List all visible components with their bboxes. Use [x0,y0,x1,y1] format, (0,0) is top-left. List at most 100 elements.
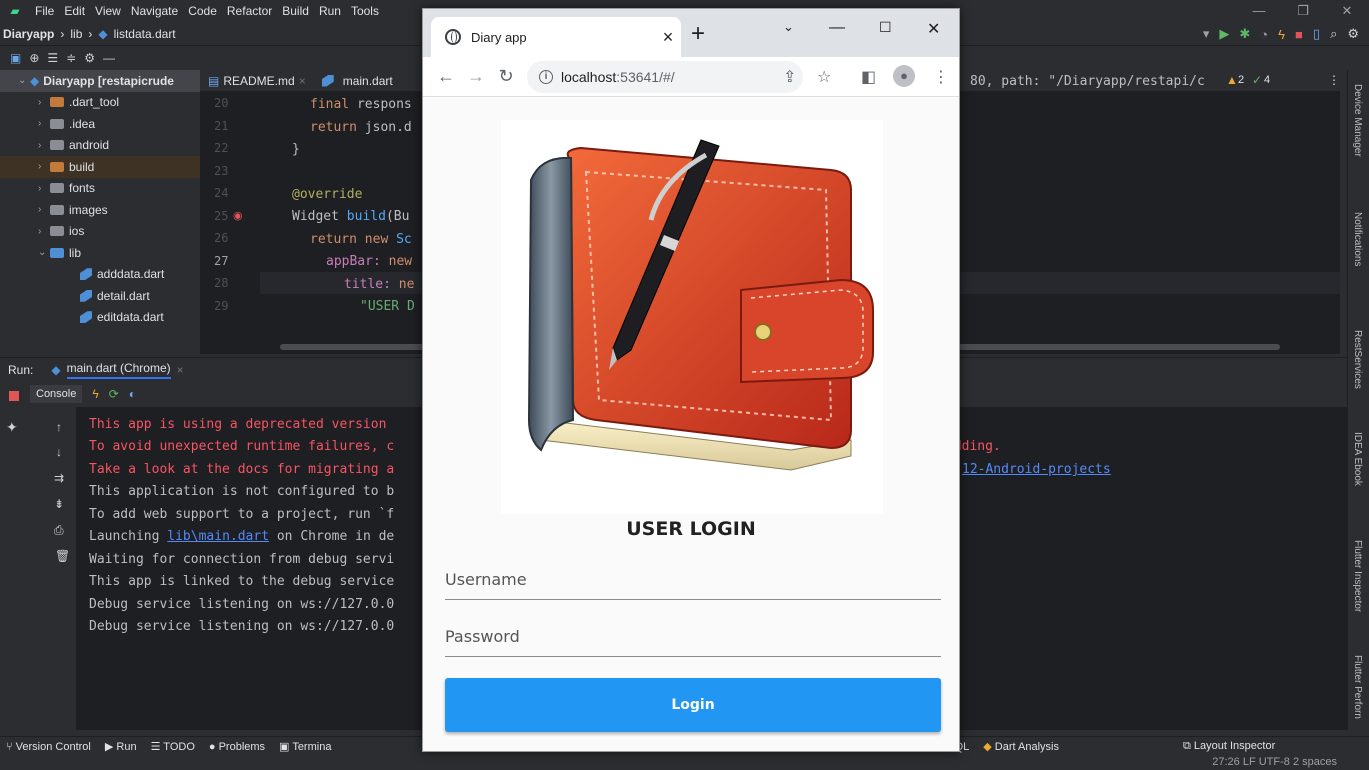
back-icon[interactable]: ← [431,66,461,87]
breadcrumb-folder[interactable]: lib [67,27,85,41]
check-icon[interactable]: ✓ [1252,73,1262,87]
side-panel-icon[interactable]: ◧ [861,67,876,87]
menu-run[interactable]: Run [314,4,346,18]
run-config-dropdown-icon[interactable]: ▾ [1203,26,1210,42]
tool-layout-inspector[interactable]: ⧉ Layout Inspector [1183,740,1275,753]
tool-version-control[interactable]: ⑂ Version Control [6,741,91,753]
minimize-icon[interactable]: — [829,19,845,37]
menu-navigate[interactable]: Navigate [126,4,183,18]
share-icon[interactable]: ⇪ [783,67,796,87]
more-menu-icon[interactable]: ⋮ [933,67,949,87]
project-view-icon[interactable]: ▣ [10,51,21,65]
browser-tab[interactable]: Diary app × [431,17,681,57]
menu-code[interactable]: Code [183,4,222,18]
run-icon[interactable]: ▶ [1219,26,1229,42]
username-input[interactable] [445,560,941,599]
console-doc-link[interactable]: 12-Android-projects [962,459,1111,482]
trash-icon[interactable]: 🗑 [55,549,70,563]
username-field[interactable]: Username [445,560,941,600]
locate-icon[interactable]: ⊕ [29,51,39,65]
devtools-icon[interactable]: ◐ [129,387,136,401]
close-icon[interactable]: × [177,363,184,377]
menu-view[interactable]: View [90,4,126,18]
tree-root[interactable]: ⌄ ◆ Diaryapp [restapicrude [0,70,200,92]
run-config-tab[interactable]: main.dart (Chrome) [66,361,171,379]
login-button[interactable]: Login [445,678,941,732]
restore-icon[interactable]: ❐ [1281,0,1325,22]
tree-item-fonts[interactable]: › fonts [0,178,200,200]
tool-flutter-performance[interactable]: Flutter Perforn [1352,655,1363,719]
arrow-up-icon[interactable]: ↑ [56,420,62,434]
tool-terminal[interactable]: ▣ Termina [279,740,331,753]
tree-item-ios[interactable]: › ios [0,221,200,243]
tool-idea-ebook[interactable]: IDEA Ebook [1352,432,1363,486]
close-window-icon[interactable]: ✕ [927,19,940,39]
print-icon[interactable]: ⎙ [54,523,64,538]
stop-icon[interactable] [9,391,19,401]
tree-item-build[interactable]: › build [0,156,200,178]
tree-item-android[interactable]: › android [0,135,200,157]
console-tab[interactable]: Console [30,385,83,403]
tree-item-adddata[interactable]: adddata.dart [0,264,200,286]
tool-device-manager[interactable]: Device Manager [1352,84,1363,157]
tree-item-images[interactable]: › images [0,199,200,221]
soft-wrap-icon[interactable]: ⇉ [54,471,64,485]
tool-run[interactable]: ▶ Run [105,740,137,753]
password-field[interactable]: Password [445,617,941,657]
pin-icon[interactable]: ✦ [6,419,18,436]
breadcrumb-file[interactable]: listdata.dart [111,27,179,41]
arrow-down-icon[interactable]: ↓ [56,445,62,459]
hot-reload-icon[interactable]: ϟ [1278,27,1285,42]
tool-todo[interactable]: ☰ TODO [151,740,195,753]
expand-all-icon[interactable]: ☰ [47,51,58,65]
search-icon[interactable]: ⌕ [1330,26,1337,42]
close-icon[interactable]: ✕ [1325,0,1369,22]
menu-edit[interactable]: Edit [59,4,90,18]
gear-icon[interactable]: ⚙ [84,51,95,65]
stop-icon[interactable]: ■ [1295,27,1303,42]
hot-reload-icon[interactable]: ϟ [92,387,98,401]
device-manager-icon[interactable]: ▯ [1313,26,1320,42]
debug-icon[interactable]: ✱ [1239,26,1250,42]
close-tab-icon[interactable]: × [655,27,681,48]
reload-icon[interactable]: ↻ [491,66,521,87]
tree-item-detail[interactable]: detail.dart [0,285,200,307]
tree-item-dart-tool[interactable]: › .dart_tool [0,92,200,114]
menu-build[interactable]: Build [277,4,314,18]
tool-notifications[interactable]: Notifications [1352,212,1363,266]
bookmark-star-icon[interactable]: ☆ [817,67,831,87]
new-tab-icon[interactable]: + [691,22,705,46]
tree-item-lib[interactable]: ⌄ lib [0,242,200,264]
tool-flutter-inspector[interactable]: Flutter Inspector [1352,540,1363,612]
tool-dart-analysis[interactable]: ◆ Dart Analysis [983,740,1059,753]
forward-icon[interactable]: → [461,66,491,87]
warning-icon[interactable]: ▲ [1226,73,1238,87]
tab-search-icon[interactable]: ⌄ [783,19,794,35]
address-bar[interactable]: i localhost:53641/#/ [527,60,803,93]
menu-file[interactable]: File [30,4,59,18]
close-icon[interactable]: × [299,74,306,88]
menu-tools[interactable]: Tools [346,4,384,18]
profile-icon[interactable]: ◔ [1260,27,1268,42]
breadcrumb-project[interactable]: Diaryapp [0,27,57,41]
menu-refactor[interactable]: Refactor [222,4,277,18]
hide-icon[interactable]: — [103,51,115,65]
override-marker-icon[interactable]: ◉ [233,209,243,222]
tool-rest-services[interactable]: RestServices [1352,330,1363,389]
tree-item-idea[interactable]: › .idea [0,113,200,135]
settings-icon[interactable]: ⚙ [1347,26,1359,42]
minimize-icon[interactable]: — [1237,0,1281,22]
collapse-all-icon[interactable]: ≑ [66,51,76,65]
tab-actions-icon[interactable]: ⋮ [1328,73,1340,87]
tree-item-editdata[interactable]: editdata.dart [0,307,200,329]
scroll-to-end-icon[interactable]: ⇟ [54,497,64,511]
tab-main-dart[interactable]: main.dart [314,74,401,88]
tool-problems[interactable]: ● Problems [209,741,265,753]
hot-restart-icon[interactable]: ⟳ [109,387,119,401]
tab-readme[interactable]: ▤ README.md × [200,74,314,88]
password-input[interactable] [445,617,941,656]
site-info-icon[interactable]: i [539,69,553,84]
maximize-icon[interactable]: ☐ [879,19,892,36]
profile-avatar-icon[interactable]: ● [893,65,915,87]
console-file-link[interactable]: lib\main.dart [167,529,269,544]
